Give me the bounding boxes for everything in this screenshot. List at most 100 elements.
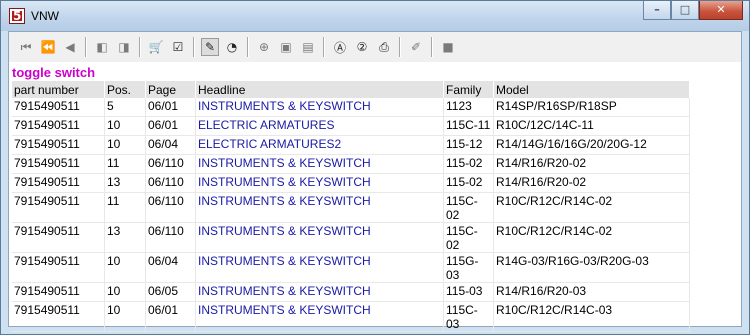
column-header-pos[interactable]: Pos. bbox=[105, 81, 146, 98]
page-alt-icon[interactable]: ▤ bbox=[299, 38, 317, 56]
window-frame-left bbox=[1, 31, 8, 334]
toolbar-separator bbox=[399, 37, 401, 57]
toolbar-separator bbox=[85, 37, 87, 57]
toolbar-separator bbox=[323, 37, 325, 57]
cell-headline[interactable]: INSTRUMENTS & KEYSWITCH bbox=[196, 193, 444, 223]
cell-model: R10C/R12C/R14C-03 bbox=[494, 302, 690, 332]
toolbar: ⏮ ⏪ ◀ ◧ ◨ 🛒 ☑ ✎ ◔ ⊕ ▣ ▤ Ⓐ ② ⎙ ✐ ■ bbox=[9, 32, 741, 63]
cell-family: 115C-11 bbox=[444, 117, 494, 136]
cell-pos: 13 bbox=[105, 223, 146, 253]
cell-headline[interactable]: ELECTRIC ARMATURES2 bbox=[196, 136, 444, 155]
cell-page: 06/04 bbox=[146, 136, 196, 155]
table-row[interactable]: 7915490511 13 06/110 INSTRUMENTS & KEYSWITC… bbox=[12, 223, 690, 253]
cell-part-number: 7915490511 bbox=[12, 302, 105, 332]
cell-family: 115-02 bbox=[444, 155, 494, 174]
pie-icon[interactable]: ◔ bbox=[223, 38, 241, 56]
cell-model: R10C/R12C/R14C-02 bbox=[494, 223, 690, 253]
toolbar-separator bbox=[139, 37, 141, 57]
bookmark-back-icon[interactable]: ◧ bbox=[93, 38, 111, 56]
close-button[interactable]: ✕ bbox=[699, 1, 743, 20]
cell-family: 115C-03 bbox=[444, 302, 494, 332]
window-frame-right bbox=[742, 31, 749, 334]
column-header-headline[interactable]: Headline bbox=[196, 81, 444, 98]
prev-icon[interactable]: ◀ bbox=[61, 38, 79, 56]
table-header-row: part number Pos. Page Headline Family Mo… bbox=[12, 81, 690, 98]
tool-icon[interactable]: ✎ bbox=[201, 38, 219, 56]
cell-family: 1123 bbox=[444, 98, 494, 117]
cell-pos: 5 bbox=[105, 98, 146, 117]
zoom-icon[interactable]: ⊕ bbox=[255, 38, 273, 56]
app-icon[interactable]: 5 bbox=[9, 8, 25, 24]
cell-page: 06/01 bbox=[146, 302, 196, 332]
cell-headline[interactable]: INSTRUMENTS & KEYSWITCH bbox=[196, 223, 444, 253]
bookmark-forward-icon[interactable]: ◨ bbox=[115, 38, 133, 56]
cell-family: 115-12 bbox=[444, 136, 494, 155]
cell-page: 06/01 bbox=[146, 98, 196, 117]
table-row[interactable]: 7915490511 11 06/110 INSTRUMENTS & KEYSWITC… bbox=[12, 193, 690, 223]
checklist-icon[interactable]: ☑ bbox=[169, 38, 187, 56]
table-row[interactable]: 7915490511 5 06/01 INSTRUMENTS & KEYSWITCH 1… bbox=[12, 98, 690, 117]
close-icon: ✕ bbox=[716, 3, 726, 16]
cell-headline[interactable]: ELECTRIC ARMATURES bbox=[196, 117, 444, 136]
info-2-icon[interactable]: ② bbox=[353, 38, 371, 56]
cell-family: 115-02 bbox=[444, 174, 494, 193]
cell-page: 06/110 bbox=[146, 155, 196, 174]
main-window: 5 VNW – □ ✕ ⏮ ⏪ ◀ ◧ ◨ 🛒 ☑ ✎ ◔ ⊕ ▣ ▤ Ⓐ ② … bbox=[0, 0, 750, 335]
title-bar[interactable]: 5 VNW – □ ✕ bbox=[1, 1, 749, 31]
note-icon[interactable]: ✐ bbox=[407, 38, 425, 56]
results-panel: toggle switch part number Pos. Page Head… bbox=[9, 62, 741, 332]
cell-part-number: 7915490511 bbox=[12, 174, 105, 193]
cell-family: 115-03 bbox=[444, 283, 494, 302]
cell-pos: 10 bbox=[105, 117, 146, 136]
cart-icon[interactable]: 🛒 bbox=[147, 38, 165, 56]
cell-headline[interactable]: INSTRUMENTS & KEYSWITCH bbox=[196, 98, 444, 117]
cell-headline[interactable]: INSTRUMENTS & KEYSWITCH bbox=[196, 283, 444, 302]
table-row[interactable]: 7915490511 10 06/01 ELECTRIC ARMATURES 115C-… bbox=[12, 117, 690, 136]
toolbar-separator bbox=[431, 37, 433, 57]
prev-fast-icon[interactable]: ⏪ bbox=[39, 38, 57, 56]
first-icon[interactable]: ⏮ bbox=[17, 38, 35, 56]
table-row[interactable]: 7915490511 10 06/04 ELECTRIC ARMATURES2 115-… bbox=[12, 136, 690, 155]
minimize-button[interactable]: – bbox=[643, 1, 671, 20]
column-header-page[interactable]: Page bbox=[146, 81, 196, 98]
stop-icon[interactable]: ■ bbox=[439, 38, 457, 56]
cell-headline[interactable]: INSTRUMENTS & KEYSWITCH bbox=[196, 302, 444, 332]
cell-pos: 10 bbox=[105, 302, 146, 332]
cell-model: R14/R16/R20-03 bbox=[494, 283, 690, 302]
print-icon[interactable]: ⎙ bbox=[375, 38, 393, 56]
minimize-icon: – bbox=[654, 3, 660, 16]
table-row[interactable]: 7915490511 10 06/04 INSTRUMENTS & KEYSWITCH… bbox=[12, 253, 690, 283]
cell-page: 06/01 bbox=[146, 117, 196, 136]
cell-part-number: 7915490511 bbox=[12, 117, 105, 136]
cell-headline[interactable]: INSTRUMENTS & KEYSWITCH bbox=[196, 155, 444, 174]
cell-page: 06/110 bbox=[146, 223, 196, 253]
cell-headline[interactable]: INSTRUMENTS & KEYSWITCH bbox=[196, 253, 444, 283]
maximize-button[interactable]: □ bbox=[671, 1, 699, 20]
column-header-part-number[interactable]: part number bbox=[12, 81, 105, 98]
table-row[interactable]: 7915490511 11 06/110 INSTRUMENTS & KEYSWITC… bbox=[12, 155, 690, 174]
cell-pos: 11 bbox=[105, 193, 146, 223]
toolbar-separator bbox=[247, 37, 249, 57]
table-row[interactable]: 7915490511 10 06/05 INSTRUMENTS & KEYSWITCH… bbox=[12, 283, 690, 302]
cell-part-number: 7915490511 bbox=[12, 193, 105, 223]
cell-part-number: 7915490511 bbox=[12, 223, 105, 253]
cell-pos: 13 bbox=[105, 174, 146, 193]
cell-page: 06/110 bbox=[146, 174, 196, 193]
cell-headline[interactable]: INSTRUMENTS & KEYSWITCH bbox=[196, 174, 444, 193]
client-area: ⏮ ⏪ ◀ ◧ ◨ 🛒 ☑ ✎ ◔ ⊕ ▣ ▤ Ⓐ ② ⎙ ✐ ■ toggle… bbox=[8, 31, 742, 332]
cell-part-number: 7915490511 bbox=[12, 136, 105, 155]
column-header-family[interactable]: Family bbox=[444, 81, 494, 98]
toolbar-separator bbox=[193, 37, 195, 57]
cell-pos: 10 bbox=[105, 253, 146, 283]
info-a-icon[interactable]: Ⓐ bbox=[331, 38, 349, 56]
cell-family: 115C-02 bbox=[444, 223, 494, 253]
window-title: VNW bbox=[31, 9, 59, 23]
section-title: toggle switch bbox=[12, 65, 96, 80]
cell-model: R14G-03/R16G-03/R20G-03 bbox=[494, 253, 690, 283]
cell-model: R14/14G/16/16G/20/20G-12 bbox=[494, 136, 690, 155]
page-icon[interactable]: ▣ bbox=[277, 38, 295, 56]
table-row[interactable]: 7915490511 10 06/01 INSTRUMENTS & KEYSWITCH… bbox=[12, 302, 690, 332]
table-row[interactable]: 7915490511 13 06/110 INSTRUMENTS & KEYSWITC… bbox=[12, 174, 690, 193]
column-header-model[interactable]: Model bbox=[494, 81, 690, 98]
caption-buttons: – □ ✕ bbox=[643, 1, 743, 21]
